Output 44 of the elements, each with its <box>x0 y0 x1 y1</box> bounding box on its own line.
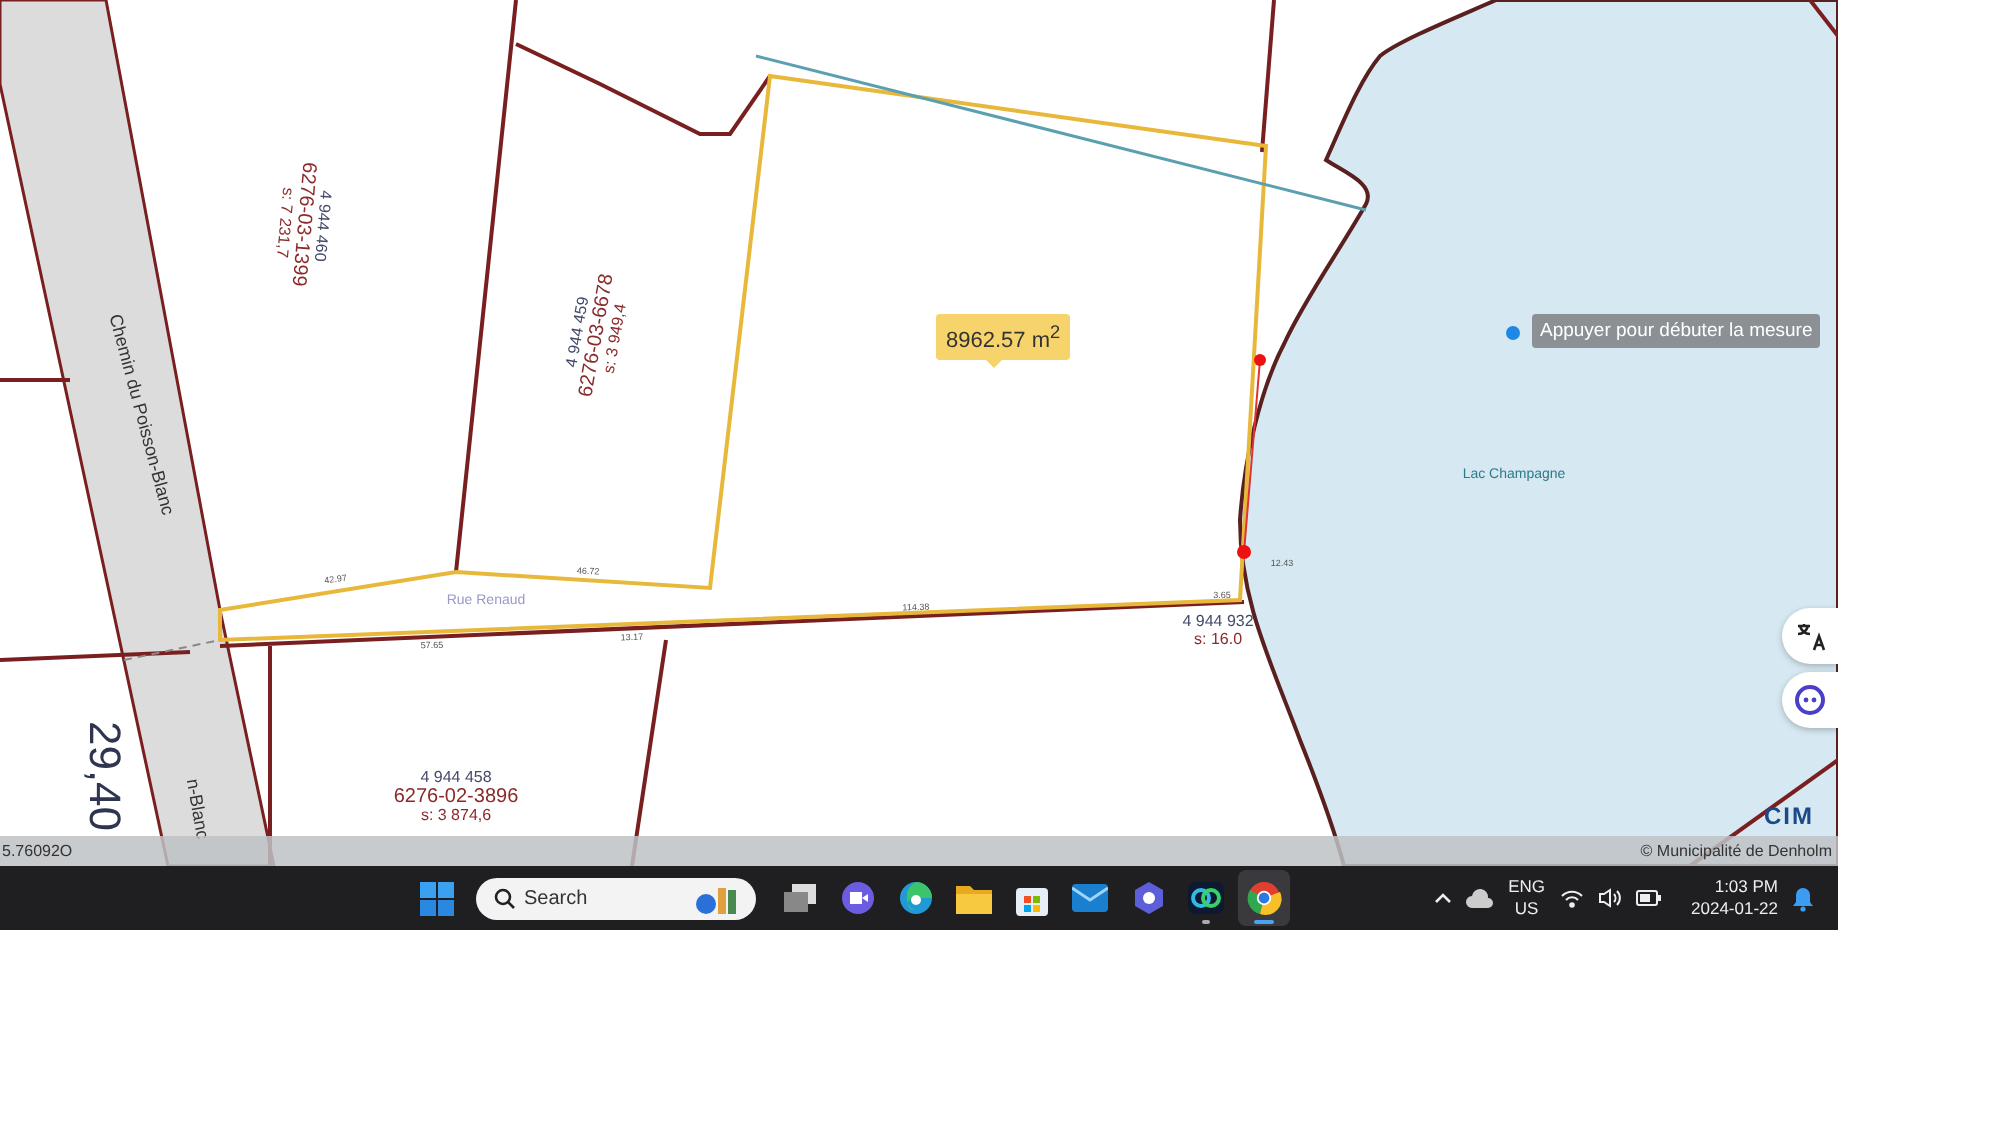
parcel-area: s: 16.0 <box>1194 630 1242 648</box>
chevron-up-icon[interactable] <box>1434 892 1453 904</box>
road-name: n-Blanc <box>182 777 214 841</box>
battery-icon[interactable] <box>1635 890 1662 906</box>
speaker-icon[interactable] <box>1597 888 1622 908</box>
matricule-number: 6276-02-3896 <box>393 786 519 808</box>
time-text: 1:03 PM <box>1714 876 1778 898</box>
measure-point[interactable] <box>1254 354 1266 366</box>
assistant-button[interactable] <box>1782 672 1838 728</box>
browser-icon <box>1246 880 1282 916</box>
coordinate-readout: 5.76092O <box>2 842 73 860</box>
hexagon-icon <box>1131 880 1165 916</box>
clock[interactable]: 1:03 PM 2024-01-22 <box>1691 876 1778 920</box>
parcel-line <box>0 378 70 382</box>
lot-number: 4 944 458 <box>420 768 492 786</box>
start-icon[interactable] <box>420 881 454 915</box>
parcel-area: s: 3 874,6 <box>420 806 492 824</box>
language-code: ENG <box>1508 876 1546 898</box>
parcel-line <box>1808 0 1838 38</box>
date-text: 2024-01-22 <box>1691 898 1778 920</box>
video-chat-icon <box>840 880 876 916</box>
attribution-text: © Municipalité de Denholm <box>1640 842 1832 860</box>
region-code: US <box>1514 898 1539 920</box>
logo: CIM <box>1764 802 1814 830</box>
language-indicator[interactable]: ENG US <box>1508 876 1546 920</box>
parcel-area: s: 7 231,7 <box>273 186 298 259</box>
bell-icon[interactable] <box>1792 885 1814 911</box>
folder-icon <box>956 883 992 913</box>
translate-button[interactable] <box>1782 608 1838 664</box>
search-icon <box>494 887 516 909</box>
measure-point[interactable] <box>1237 545 1251 559</box>
chat-logo-icon <box>1188 882 1224 914</box>
translate-icon <box>1794 620 1826 652</box>
face-icon <box>1794 684 1826 716</box>
wifi-icon[interactable] <box>1559 888 1584 908</box>
road-width-label: 29,40 <box>80 720 130 832</box>
search-field[interactable]: Search <box>476 877 756 919</box>
cloud-icon[interactable] <box>1466 887 1495 909</box>
lot-number: 4 944 932 <box>1182 612 1254 630</box>
taskbar-app-button[interactable] <box>1238 870 1290 926</box>
windows-stack-icon <box>782 882 818 914</box>
browser-icon <box>898 880 934 916</box>
mail-icon <box>1072 884 1108 912</box>
measure-hint: Appuyer pour débuter la mesure <box>1532 314 1821 348</box>
